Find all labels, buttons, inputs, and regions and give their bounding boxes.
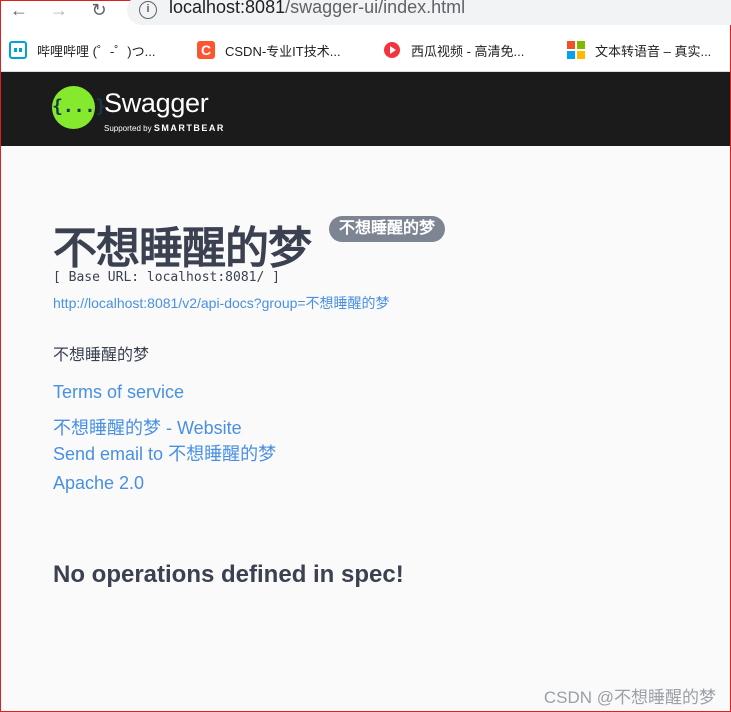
- license-link[interactable]: Apache 2.0: [53, 473, 144, 494]
- reload-icon[interactable]: ↻: [87, 1, 111, 23]
- no-operations-message: No operations defined in spec!: [53, 561, 404, 588]
- smartbear-text: SMARTBEAR: [153, 123, 225, 133]
- xigua-icon: [383, 41, 401, 59]
- forward-arrow-icon[interactable]: →: [47, 1, 71, 23]
- website-link[interactable]: 不想睡醒的梦 - Website: [53, 414, 242, 440]
- api-title: 不想睡醒的梦: [53, 224, 312, 273]
- url-host: localhost:8081: [169, 0, 286, 17]
- bookmark-label: 文本转语音 – 真实...: [595, 43, 712, 59]
- bookmark-csdn[interactable]: C CSDN-专业IT技术...: [197, 39, 341, 61]
- bookmark-label: 哔哩哔哩 (゜-゜)つ...: [37, 43, 156, 59]
- back-arrow-icon[interactable]: ←: [7, 1, 31, 23]
- bookmark-bilibili[interactable]: 哔哩哔哩 (゜-゜)つ...: [9, 39, 155, 61]
- logo-glyph: {...}: [52, 96, 107, 117]
- bookmark-label: 西瓜视频 - 高清免...: [411, 43, 525, 59]
- bookmark-label: CSDN-专业IT技术...: [225, 43, 341, 59]
- csdn-icon: C: [197, 41, 215, 59]
- logo-subtitle: Supported by SMARTBEAR: [104, 123, 225, 133]
- supported-by-text: Supported by: [104, 124, 152, 133]
- bookmarks-bar: 哔哩哔哩 (゜-゜)つ... C CSDN-专业IT技术... 西瓜视频 - 高…: [1, 31, 730, 72]
- microsoft-icon: [567, 41, 585, 59]
- base-url: [ Base URL: localhost:8081/ ]: [53, 270, 280, 285]
- csdn-watermark: CSDN @不想睡醒的梦: [543, 688, 716, 707]
- url-path: /swagger-ui/index.html: [285, 0, 466, 17]
- version-badge: 不想睡醒的梦: [329, 216, 446, 242]
- logo-title[interactable]: Swagger: [104, 88, 209, 119]
- terms-of-service-link[interactable]: Terms of service: [53, 382, 184, 403]
- site-info-icon[interactable]: i: [139, 1, 157, 19]
- api-description: 不想睡醒的梦: [53, 347, 150, 364]
- contact-email-link[interactable]: Send email to 不想睡醒的梦: [53, 440, 276, 466]
- swagger-topbar: {...} Swagger Supported by SMARTBEAR: [1, 72, 730, 146]
- spec-url-link[interactable]: http://localhost:8081/v2/api-docs?group=…: [53, 293, 390, 313]
- bookmark-tts[interactable]: 文本转语音 – 真实...: [567, 39, 711, 61]
- bookmark-xigua[interactable]: 西瓜视频 - 高清免...: [383, 39, 524, 61]
- swagger-logo-icon[interactable]: {...}: [52, 86, 107, 129]
- browser-toolbar: ← → ↻ i localhost:8081/swagger-ui/index.…: [1, 0, 731, 31]
- bilibili-icon: [9, 41, 27, 59]
- url-text[interactable]: localhost:8081/swagger-ui/index.html: [169, 0, 465, 18]
